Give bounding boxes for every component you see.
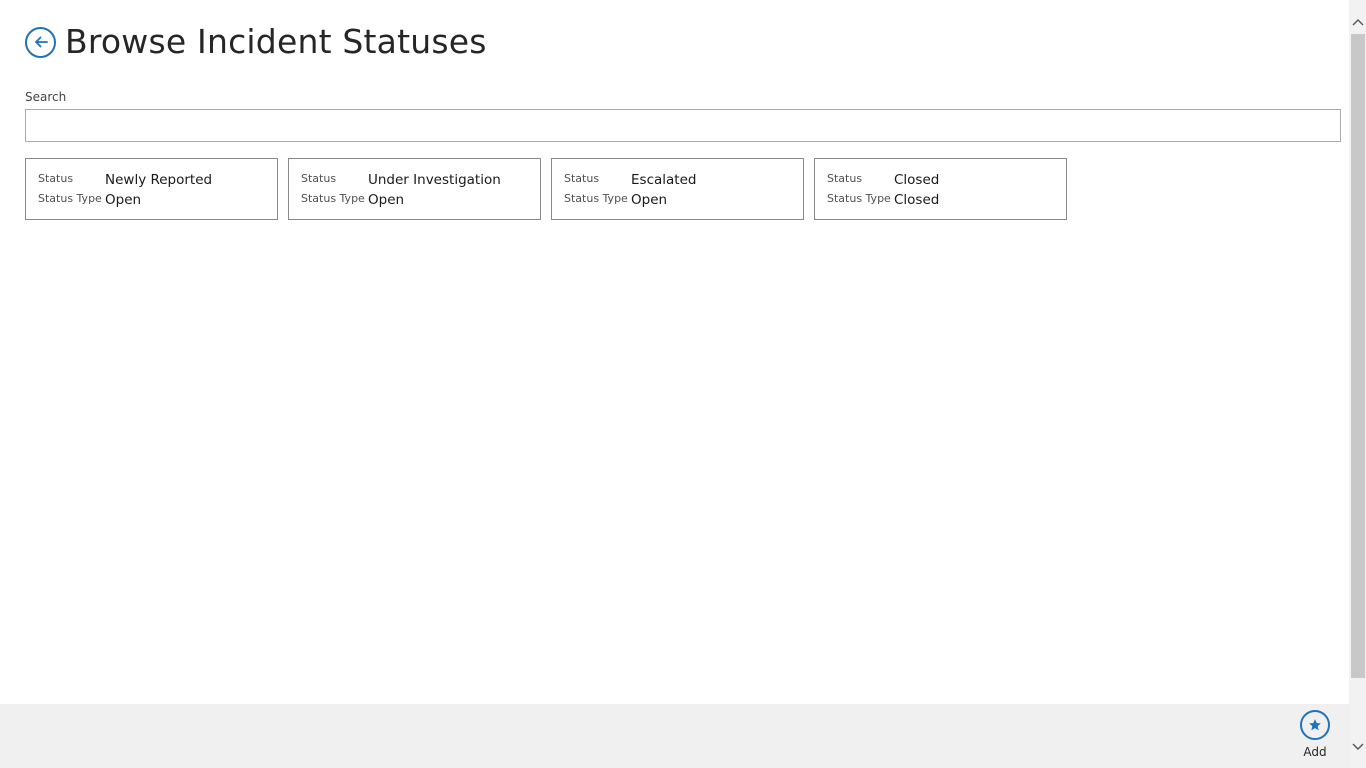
status-label: Status: [38, 172, 74, 185]
status-tile[interactable]: Status Escalated Status Type Open: [551, 158, 804, 220]
add-button[interactable]: Add: [1292, 710, 1338, 759]
star-icon: [1309, 719, 1321, 731]
header: Browse Incident Statuses: [25, 22, 487, 62]
app-bar: Add: [0, 704, 1349, 768]
status-type-label: Status Type: [564, 192, 628, 205]
search-input[interactable]: [25, 109, 1341, 142]
status-type-label: Status Type: [301, 192, 365, 205]
status-value: Under Investigation: [368, 172, 501, 188]
scroll-thumb[interactable]: [1351, 34, 1365, 678]
status-label: Status: [564, 172, 600, 185]
status-type-label: Status Type: [827, 192, 891, 205]
back-arrow-icon: [34, 36, 48, 48]
status-label: Status: [301, 172, 337, 185]
status-tile[interactable]: Status Newly Reported Status Type Open: [25, 158, 278, 220]
page: Browse Incident Statuses Search Status N…: [0, 0, 1366, 768]
status-tile-list: Status Newly Reported Status Type Open S…: [25, 158, 1067, 220]
status-value: Escalated: [631, 172, 697, 188]
status-type-value: Open: [368, 192, 405, 208]
status-value: Newly Reported: [105, 172, 213, 188]
page-title: Browse Incident Statuses: [65, 22, 487, 61]
status-tile[interactable]: Status Closed Status Type Closed: [814, 158, 1067, 220]
search-label: Search: [25, 90, 67, 104]
chevron-down-icon: [1352, 743, 1363, 750]
add-circle: [1300, 710, 1330, 740]
vertical-scrollbar[interactable]: [1349, 0, 1366, 768]
back-button[interactable]: [25, 26, 56, 58]
scroll-down-button[interactable]: [1349, 738, 1366, 755]
status-label: Status: [827, 172, 863, 185]
scroll-up-button[interactable]: [1349, 13, 1366, 30]
status-value: Closed: [894, 172, 940, 188]
chevron-up-icon: [1352, 18, 1363, 25]
status-type-label: Status Type: [38, 192, 102, 205]
status-type-value: Open: [631, 192, 668, 208]
status-type-value: Closed: [894, 192, 940, 208]
status-tile[interactable]: Status Under Investigation Status Type O…: [288, 158, 541, 220]
status-type-value: Open: [105, 192, 142, 208]
add-label: Add: [1303, 745, 1327, 759]
